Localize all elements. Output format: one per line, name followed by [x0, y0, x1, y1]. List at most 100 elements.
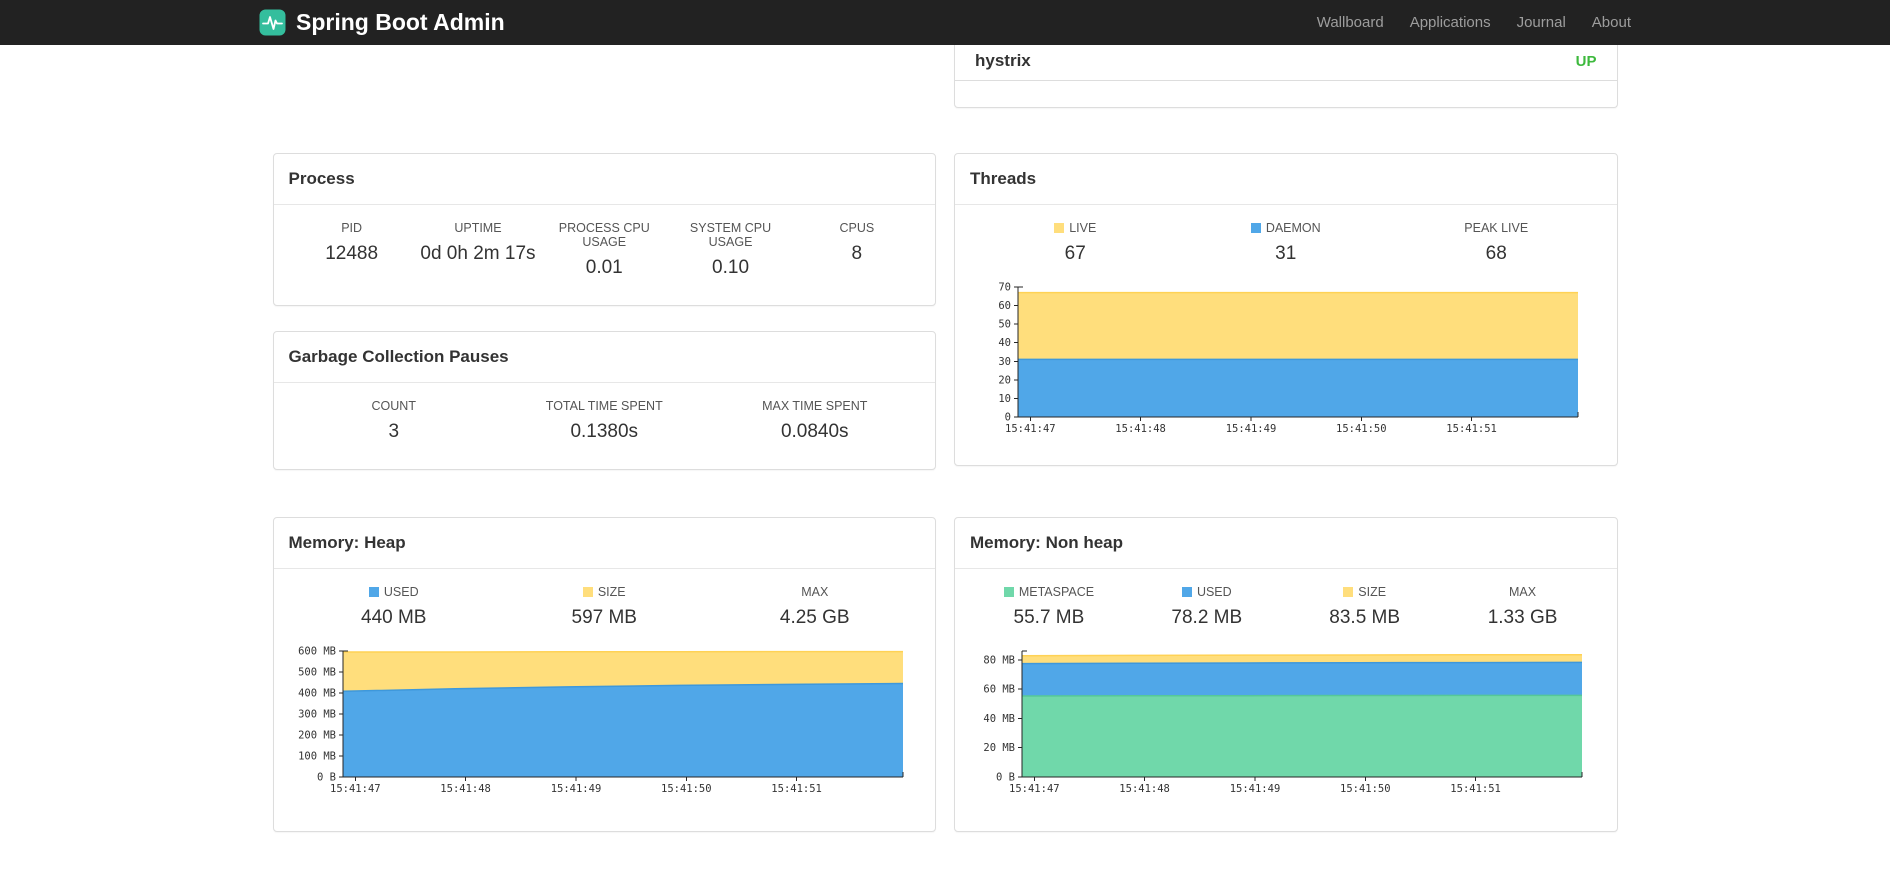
- metric-label: MAX: [801, 585, 829, 599]
- application-status-badge: UP: [1575, 53, 1597, 70]
- memory-heap-panel-title: Memory: Heap: [273, 518, 935, 569]
- svg-text:50: 50: [998, 319, 1011, 331]
- svg-text:80 MB: 80 MB: [983, 654, 1015, 666]
- metric-value: 0d 0h 2m 17s: [420, 243, 536, 264]
- metric-uptime: UPTIME 0d 0h 2m 17s: [415, 221, 541, 279]
- metric-nonheap-max: MAX 1.33 GB: [1444, 585, 1602, 629]
- threads-metrics: LIVE 67 DAEMON 31 PEAK LIVE 68: [970, 221, 1602, 265]
- legend-swatch-size: [582, 587, 593, 597]
- metric-gc-max-time: MAX TIME SPENT 0.0840s: [710, 399, 921, 443]
- nav-link-wallboard[interactable]: Wallboard: [1317, 14, 1384, 31]
- svg-text:20: 20: [998, 374, 1011, 386]
- applications-panel: hystrix UP: [954, 45, 1618, 108]
- metric-label: SIZE: [1286, 585, 1444, 599]
- process-panel: Process PID 12488 UPTIME 0d 0h 2m 17s PR…: [272, 153, 936, 306]
- memory-nonheap-chart: 0 B 20 MB 40 MB 60 MB 80 MB 15:41:47 15:41:48 1…: [983, 650, 1583, 795]
- svg-text:15:41:47: 15:41:47: [1005, 423, 1056, 435]
- metric-value: 597 MB: [571, 607, 637, 628]
- metric-label: MAX: [1509, 585, 1537, 599]
- metric-label: DAEMON: [1181, 221, 1392, 235]
- svg-text:15:41:51: 15:41:51: [1450, 783, 1501, 795]
- application-name[interactable]: hystrix: [975, 51, 1031, 71]
- gc-metrics: COUNT 3 TOTAL TIME SPENT 0.1380s MAX TIM…: [289, 399, 921, 443]
- row-top: hystrix UP: [273, 45, 1618, 108]
- metric-pid: PID 12488: [289, 221, 415, 279]
- metric-label: SYSTEM CPU USAGE: [689, 221, 772, 249]
- process-panel-title: Process: [273, 154, 935, 205]
- nonheap-chart-container: 0 B 20 MB 40 MB 60 MB 80 MB 15:41:47 15:41:48 1…: [970, 643, 1602, 799]
- metric-value: 55.7 MB: [1013, 607, 1085, 628]
- threads-panel-title: Threads: [955, 154, 1617, 205]
- legend-swatch-size: [1343, 587, 1354, 597]
- svg-text:15:41:48: 15:41:48: [441, 783, 492, 795]
- metric-value: 0.10: [712, 257, 750, 278]
- svg-text:0 B: 0 B: [996, 772, 1015, 784]
- nav-link-about[interactable]: About: [1592, 14, 1631, 31]
- svg-text:100 MB: 100 MB: [298, 751, 336, 763]
- nonheap-metrics: METASPACE 55.7 MB USED 78.2 MB SIZE 83.5…: [970, 585, 1602, 629]
- content: hystrix UP Process PID 12488 UPTIME 0d 0…: [272, 45, 1618, 832]
- row-memory: Memory: Heap USED 440 MB SIZE 597 MB MAX…: [272, 517, 1618, 832]
- threads-panel: Threads LIVE 67 DAEMON 31 PEAK LIVE 68 0…: [954, 153, 1618, 466]
- svg-text:15:41:48: 15:41:48: [1115, 423, 1166, 435]
- top-left-spacer: [273, 45, 937, 108]
- gc-panel: Garbage Collection Pauses COUNT 3 TOTAL …: [272, 331, 936, 470]
- svg-text:400 MB: 400 MB: [298, 688, 336, 700]
- memory-nonheap-panel-title: Memory: Non heap: [955, 518, 1617, 569]
- brand-title: Spring Boot Admin: [296, 9, 505, 35]
- svg-text:60 MB: 60 MB: [983, 684, 1015, 696]
- threads-chart: 0 10 20 30 40 50 60 70 15:41:47 15:41:48 15:41:49 1…: [998, 282, 1579, 435]
- svg-text:15:41:50: 15:41:50: [1336, 423, 1387, 435]
- metric-nonheap-used: USED 78.2 MB: [1128, 585, 1286, 629]
- metric-label: CPUS: [839, 221, 875, 235]
- metric-process-cpu-usage: PROCESS CPU USAGE 0.01: [541, 221, 667, 279]
- svg-text:15:41:50: 15:41:50: [661, 783, 712, 795]
- metric-value: 3: [388, 421, 400, 442]
- svg-text:40: 40: [998, 337, 1011, 349]
- application-row[interactable]: hystrix UP: [955, 45, 1617, 81]
- legend-swatch-metaspace: [1003, 587, 1014, 597]
- gc-panel-title: Garbage Collection Pauses: [273, 332, 935, 383]
- metric-system-cpu-usage: SYSTEM CPU USAGE 0.10: [667, 221, 793, 279]
- metric-gc-count: COUNT 3: [289, 399, 500, 443]
- memory-heap-chart: 0 B 100 MB 200 MB 300 MB 400 MB 500 MB 600 MB 1…: [298, 646, 904, 795]
- metric-label: UPTIME: [454, 221, 502, 235]
- brand-link[interactable]: Spring Boot Admin: [259, 9, 505, 36]
- metric-threads-peak-live: PEAK LIVE 68: [1391, 221, 1602, 265]
- metric-label: PEAK LIVE: [1464, 221, 1529, 235]
- heap-chart-container: 0 B 100 MB 200 MB 300 MB 400 MB 500 MB 600 MB 1…: [289, 643, 921, 799]
- metric-value: 1.33 GB: [1487, 607, 1558, 628]
- metric-value: 78.2 MB: [1171, 607, 1243, 628]
- metric-heap-max: MAX 4.25 GB: [710, 585, 921, 629]
- metric-heap-size: SIZE 597 MB: [499, 585, 710, 629]
- metric-label: SIZE: [499, 585, 710, 599]
- svg-text:15:41:51: 15:41:51: [1446, 423, 1497, 435]
- metric-threads-daemon: DAEMON 31: [1181, 221, 1392, 265]
- spring-boot-admin-logo-icon: [259, 9, 286, 36]
- legend-swatch-daemon: [1250, 223, 1261, 233]
- metric-label: USED: [289, 585, 500, 599]
- svg-text:15:41:47: 15:41:47: [1009, 783, 1060, 795]
- metric-nonheap-size: SIZE 83.5 MB: [1286, 585, 1444, 629]
- svg-text:0 B: 0 B: [317, 772, 336, 784]
- svg-text:40 MB: 40 MB: [983, 713, 1015, 725]
- svg-text:60: 60: [998, 300, 1011, 312]
- metric-value: 67: [1064, 243, 1086, 264]
- svg-text:30: 30: [998, 356, 1011, 368]
- svg-text:20 MB: 20 MB: [983, 742, 1015, 754]
- svg-text:200 MB: 200 MB: [298, 730, 336, 742]
- metric-label: USED: [1128, 585, 1286, 599]
- memory-nonheap-panel: Memory: Non heap METASPACE 55.7 MB USED …: [954, 517, 1618, 832]
- svg-text:600 MB: 600 MB: [298, 646, 336, 658]
- svg-text:15:41:49: 15:41:49: [551, 783, 602, 795]
- nav-link-journal[interactable]: Journal: [1517, 14, 1566, 31]
- svg-text:300 MB: 300 MB: [298, 709, 336, 721]
- metric-value: 0.01: [585, 257, 623, 278]
- nav-link-applications[interactable]: Applications: [1410, 14, 1491, 31]
- page: Spring Boot Admin Wallboard Applications…: [0, 0, 1890, 892]
- metric-label: PROCESS CPU USAGE: [558, 221, 650, 249]
- metric-value: 8: [851, 243, 863, 264]
- metric-label: METASPACE: [970, 585, 1128, 599]
- metric-value: 31: [1275, 243, 1297, 264]
- process-metrics: PID 12488 UPTIME 0d 0h 2m 17s PROCESS CP…: [289, 221, 921, 279]
